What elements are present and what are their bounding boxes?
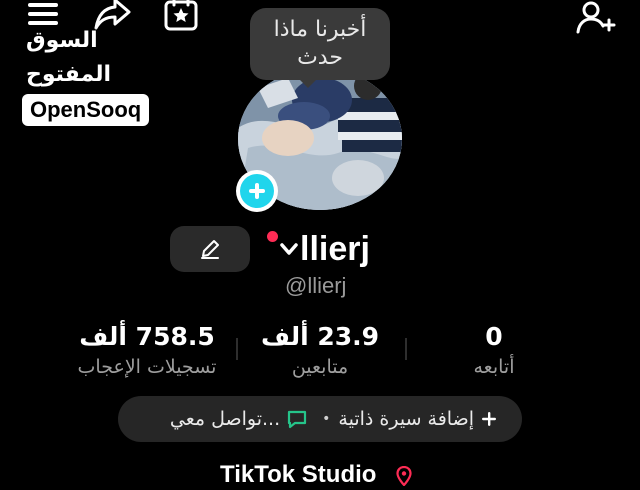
separator-dot: • (322, 411, 331, 427)
plus-icon (480, 410, 498, 428)
bubble-tail (298, 78, 318, 88)
chat-icon (286, 408, 308, 430)
followers-label: متابعين (291, 356, 349, 378)
bubble-line-2: حدث (297, 45, 343, 70)
chevron-down-icon[interactable] (278, 238, 300, 260)
bubble-line-1: أخبرنا ماذا (273, 17, 367, 42)
add-user-icon[interactable] (574, 0, 616, 38)
watermark-brand: OpenSooq (22, 94, 150, 126)
opensooq-watermark: السوق المفتوح OpenSooq (22, 24, 172, 126)
username-handle: @llierj (285, 273, 347, 298)
stat-divider (236, 338, 238, 360)
bio-pill[interactable]: تواصل معي... • إضافة سيرة ذاتية (118, 396, 522, 442)
status-bubble[interactable]: أخبرنا ماذا حدث (250, 8, 390, 80)
display-name[interactable]: llierj (300, 228, 370, 270)
following-stat[interactable]: 0 أتابعه (444, 320, 544, 380)
likes-stat[interactable]: 758.5 ألف تسجيلات الإعجاب (52, 320, 242, 380)
add-bio-text[interactable]: إضافة سيرة ذاتية (338, 406, 474, 432)
location-pin-icon (396, 465, 412, 490)
plus-icon (240, 174, 274, 208)
add-avatar-button[interactable] (236, 170, 278, 212)
followers-count: 23.9 ألف (260, 322, 380, 351)
followers-stat[interactable]: 23.9 ألف متابعين (250, 320, 390, 380)
likes-label: تسجيلات الإعجاب (77, 356, 217, 378)
contact-text[interactable]: تواصل معي... (170, 406, 280, 432)
edit-profile-button[interactable] (170, 226, 250, 272)
stat-divider (405, 338, 407, 360)
pencil-icon (201, 240, 219, 259)
likes-count: 758.5 ألف (79, 322, 215, 351)
following-label: أتابعه (473, 356, 515, 378)
following-count: 0 (485, 322, 503, 351)
tiktok-studio-link[interactable]: TikTok Studio (220, 460, 376, 490)
watermark-arabic-name: السوق المفتوح (26, 28, 112, 87)
notification-dot (267, 231, 278, 242)
